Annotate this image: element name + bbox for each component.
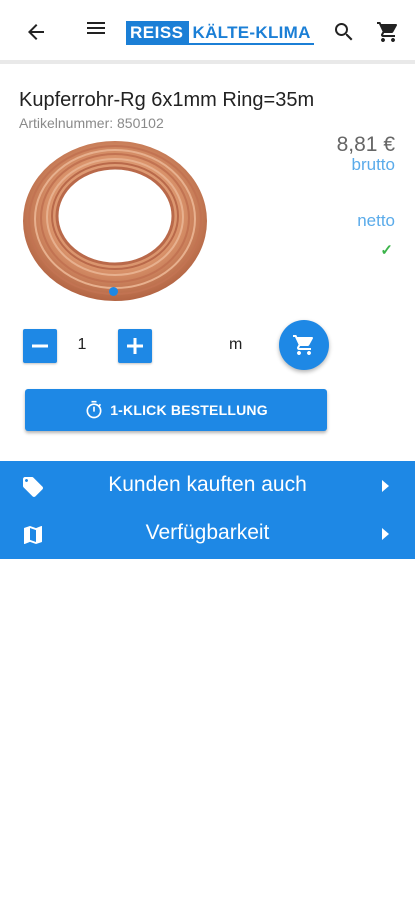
availability-row[interactable]: Verfügbarkeit [0, 510, 415, 558]
hamburger-menu-icon[interactable] [80, 12, 112, 44]
article-number: Artikelnummer: 850102 [19, 115, 164, 131]
tag-icon [20, 474, 46, 500]
copper-pipe-coil-image[interactable] [20, 136, 210, 306]
check-icon: ✓ [380, 242, 393, 259]
one-click-order-button[interactable]: 1-KLICK BESTELLUNG [25, 389, 327, 431]
quantity-value[interactable]: 1 [70, 336, 94, 354]
product-price: 8,81 € [336, 133, 395, 156]
product-title: Kupferrohr-Rg 6x1mm Ring=35m [19, 89, 315, 111]
customers-also-bought-label: Kunden kauften auch [108, 473, 307, 496]
plus-icon [127, 338, 143, 354]
chevron-right-icon [378, 525, 392, 543]
chevron-right-icon [378, 477, 392, 495]
price-brutto-label: brutto [351, 155, 395, 174]
logo-part-kaelte-klima: KÄLTE-KLIMA [188, 21, 314, 45]
minus-icon [32, 344, 48, 348]
customers-also-bought-row[interactable]: Kunden kauften auch [0, 462, 415, 510]
price-netto-label: netto [357, 211, 395, 230]
stopwatch-icon [86, 400, 102, 419]
map-icon [20, 522, 46, 548]
quantity-increase-button[interactable] [118, 329, 152, 363]
add-to-cart-button[interactable] [279, 320, 329, 370]
app-bar: REISS KÄLTE-KLIMA [0, 0, 415, 64]
search-icon[interactable] [328, 16, 360, 48]
brand-logo[interactable]: REISS KÄLTE-KLIMA [126, 21, 314, 45]
add-to-cart-icon [293, 335, 314, 355]
availability-label: Verfügbarkeit [145, 521, 270, 544]
arrow-back-icon[interactable] [18, 16, 54, 48]
logo-part-reiss: REISS [126, 21, 189, 45]
image-pager-dot[interactable] [109, 287, 118, 296]
quantity-unit: m [229, 336, 243, 353]
shopping-cart-icon[interactable] [372, 16, 404, 48]
quantity-decrease-button[interactable] [23, 329, 57, 363]
one-click-order-label: 1-KLICK BESTELLUNG [110, 402, 268, 418]
